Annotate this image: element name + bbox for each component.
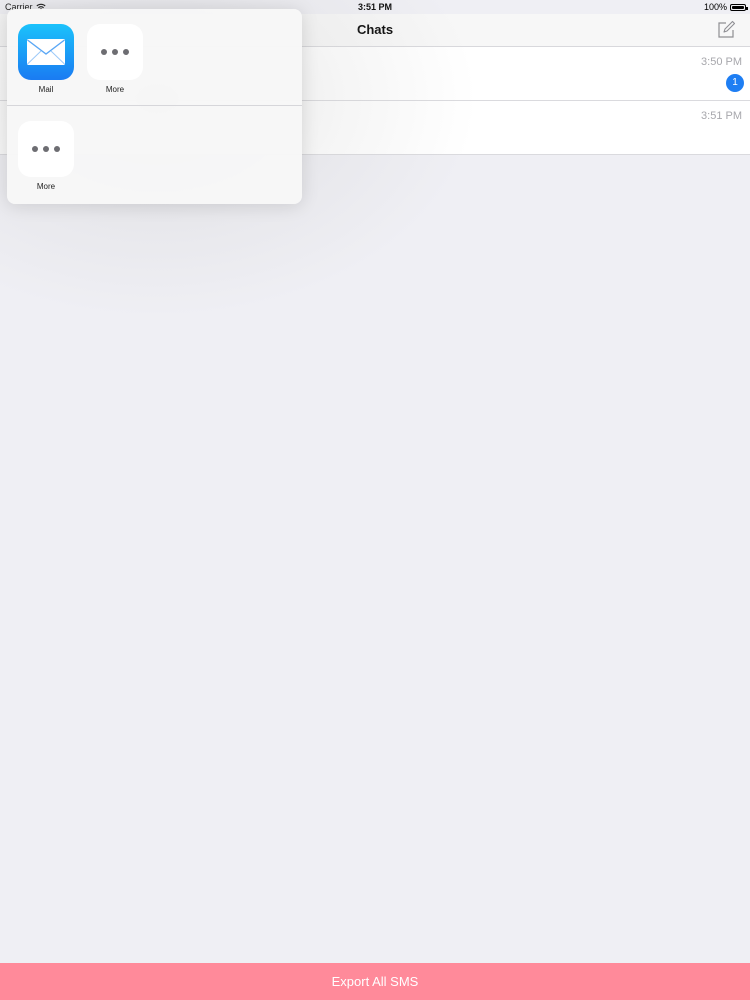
envelope-icon [27,39,65,65]
more-icon [18,121,74,177]
share-row-actions: More [7,107,302,204]
share-sheet: Mail More More [7,9,302,204]
ellipsis-icon [101,49,129,55]
compose-icon [718,20,736,38]
more-icon [87,24,143,80]
share-row-apps: Mail More [7,9,302,106]
share-more-apps-button[interactable]: More [86,24,144,94]
share-mail-button[interactable]: Mail [17,24,75,94]
export-all-sms-button[interactable]: Export All SMS [0,963,750,1000]
share-item-label: More [36,182,56,191]
mail-icon [18,24,74,80]
battery-icon [730,3,748,11]
share-item-label: More [105,85,125,94]
share-item-label: Mail [38,85,54,94]
unread-badge: 1 [726,74,744,92]
share-more-actions-button[interactable]: More [17,121,75,191]
battery-percent: 100% [703,2,727,12]
compose-button[interactable] [716,20,736,40]
ellipsis-icon [32,146,60,152]
status-right: 100% [703,2,748,12]
app-screen: Carrier 3:51 PM 100% Chats 3:50 PM 1 3:5… [0,0,750,1000]
chat-time: 3:51 PM [701,110,742,122]
chat-time: 3:50 PM [701,56,742,68]
battery-fill [732,5,744,9]
